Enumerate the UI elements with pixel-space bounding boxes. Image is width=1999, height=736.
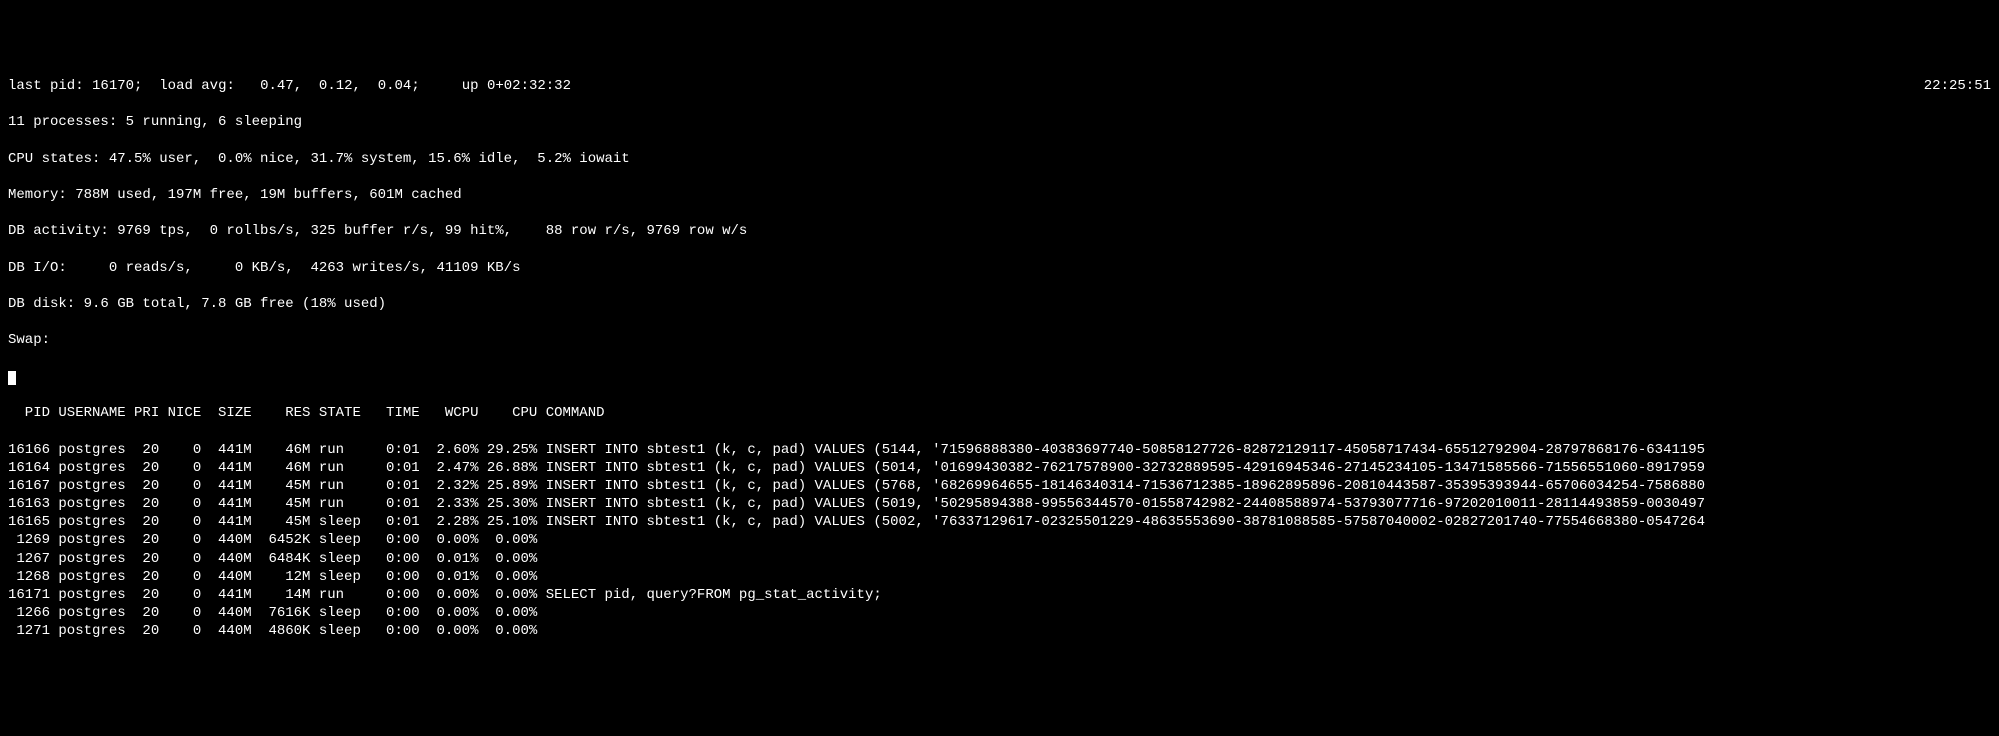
table-row: 1271 postgres 20 0 440M 4860K sleep 0:00… (8, 622, 1991, 640)
uptime-label: up (462, 78, 479, 94)
last-pid-value: 16170; (92, 78, 142, 94)
cpu-states: CPU states: 47.5% user, 0.0% nice, 31.7%… (8, 150, 1991, 168)
db-disk: DB disk: 9.6 GB total, 7.8 GB free (18% … (8, 295, 1991, 313)
column-header: PID USERNAME PRI NICE SIZE RES STATE TIM… (8, 404, 1991, 422)
table-row: 16167 postgres 20 0 441M 45M run 0:01 2.… (8, 477, 1991, 495)
table-row: 1266 postgres 20 0 440M 7616K sleep 0:00… (8, 604, 1991, 622)
db-io: DB I/O: 0 reads/s, 0 KB/s, 4263 writes/s… (8, 259, 1991, 277)
process-list: 16166 postgres 20 0 441M 46M run 0:01 2.… (8, 441, 1991, 641)
uptime-value: 0+02:32:32 (487, 78, 571, 94)
clock: 22:25:51 (1924, 77, 1991, 95)
table-row: 1267 postgres 20 0 440M 6484K sleep 0:00… (8, 550, 1991, 568)
table-row: 16171 postgres 20 0 441M 14M run 0:00 0.… (8, 586, 1991, 604)
swap-summary: Swap: (8, 331, 1991, 349)
table-row: 16165 postgres 20 0 441M 45M sleep 0:01 … (8, 513, 1991, 531)
memory-summary: Memory: 788M used, 197M free, 19M buffer… (8, 186, 1991, 204)
table-row: 1268 postgres 20 0 440M 12M sleep 0:00 0… (8, 568, 1991, 586)
input-cursor-line[interactable] (8, 368, 1991, 386)
cursor-icon (8, 371, 16, 385)
header-left: last pid: 16170; load avg: 0.47, 0.12, 0… (8, 77, 1924, 95)
table-row: 16164 postgres 20 0 441M 46M run 0:01 2.… (8, 459, 1991, 477)
table-row: 16166 postgres 20 0 441M 46M run 0:01 2.… (8, 441, 1991, 459)
load-avg-label: load avg: (159, 78, 235, 94)
processes-summary: 11 processes: 5 running, 6 sleeping (8, 113, 1991, 131)
header-line: last pid: 16170; load avg: 0.47, 0.12, 0… (8, 77, 1991, 95)
table-row: 16163 postgres 20 0 441M 45M run 0:01 2.… (8, 495, 1991, 513)
table-row: 1269 postgres 20 0 440M 6452K sleep 0:00… (8, 531, 1991, 549)
last-pid-label: last pid: (8, 78, 84, 94)
load-avg-value: 0.47, 0.12, 0.04; (252, 78, 420, 94)
db-activity: DB activity: 9769 tps, 0 rollbs/s, 325 b… (8, 222, 1991, 240)
